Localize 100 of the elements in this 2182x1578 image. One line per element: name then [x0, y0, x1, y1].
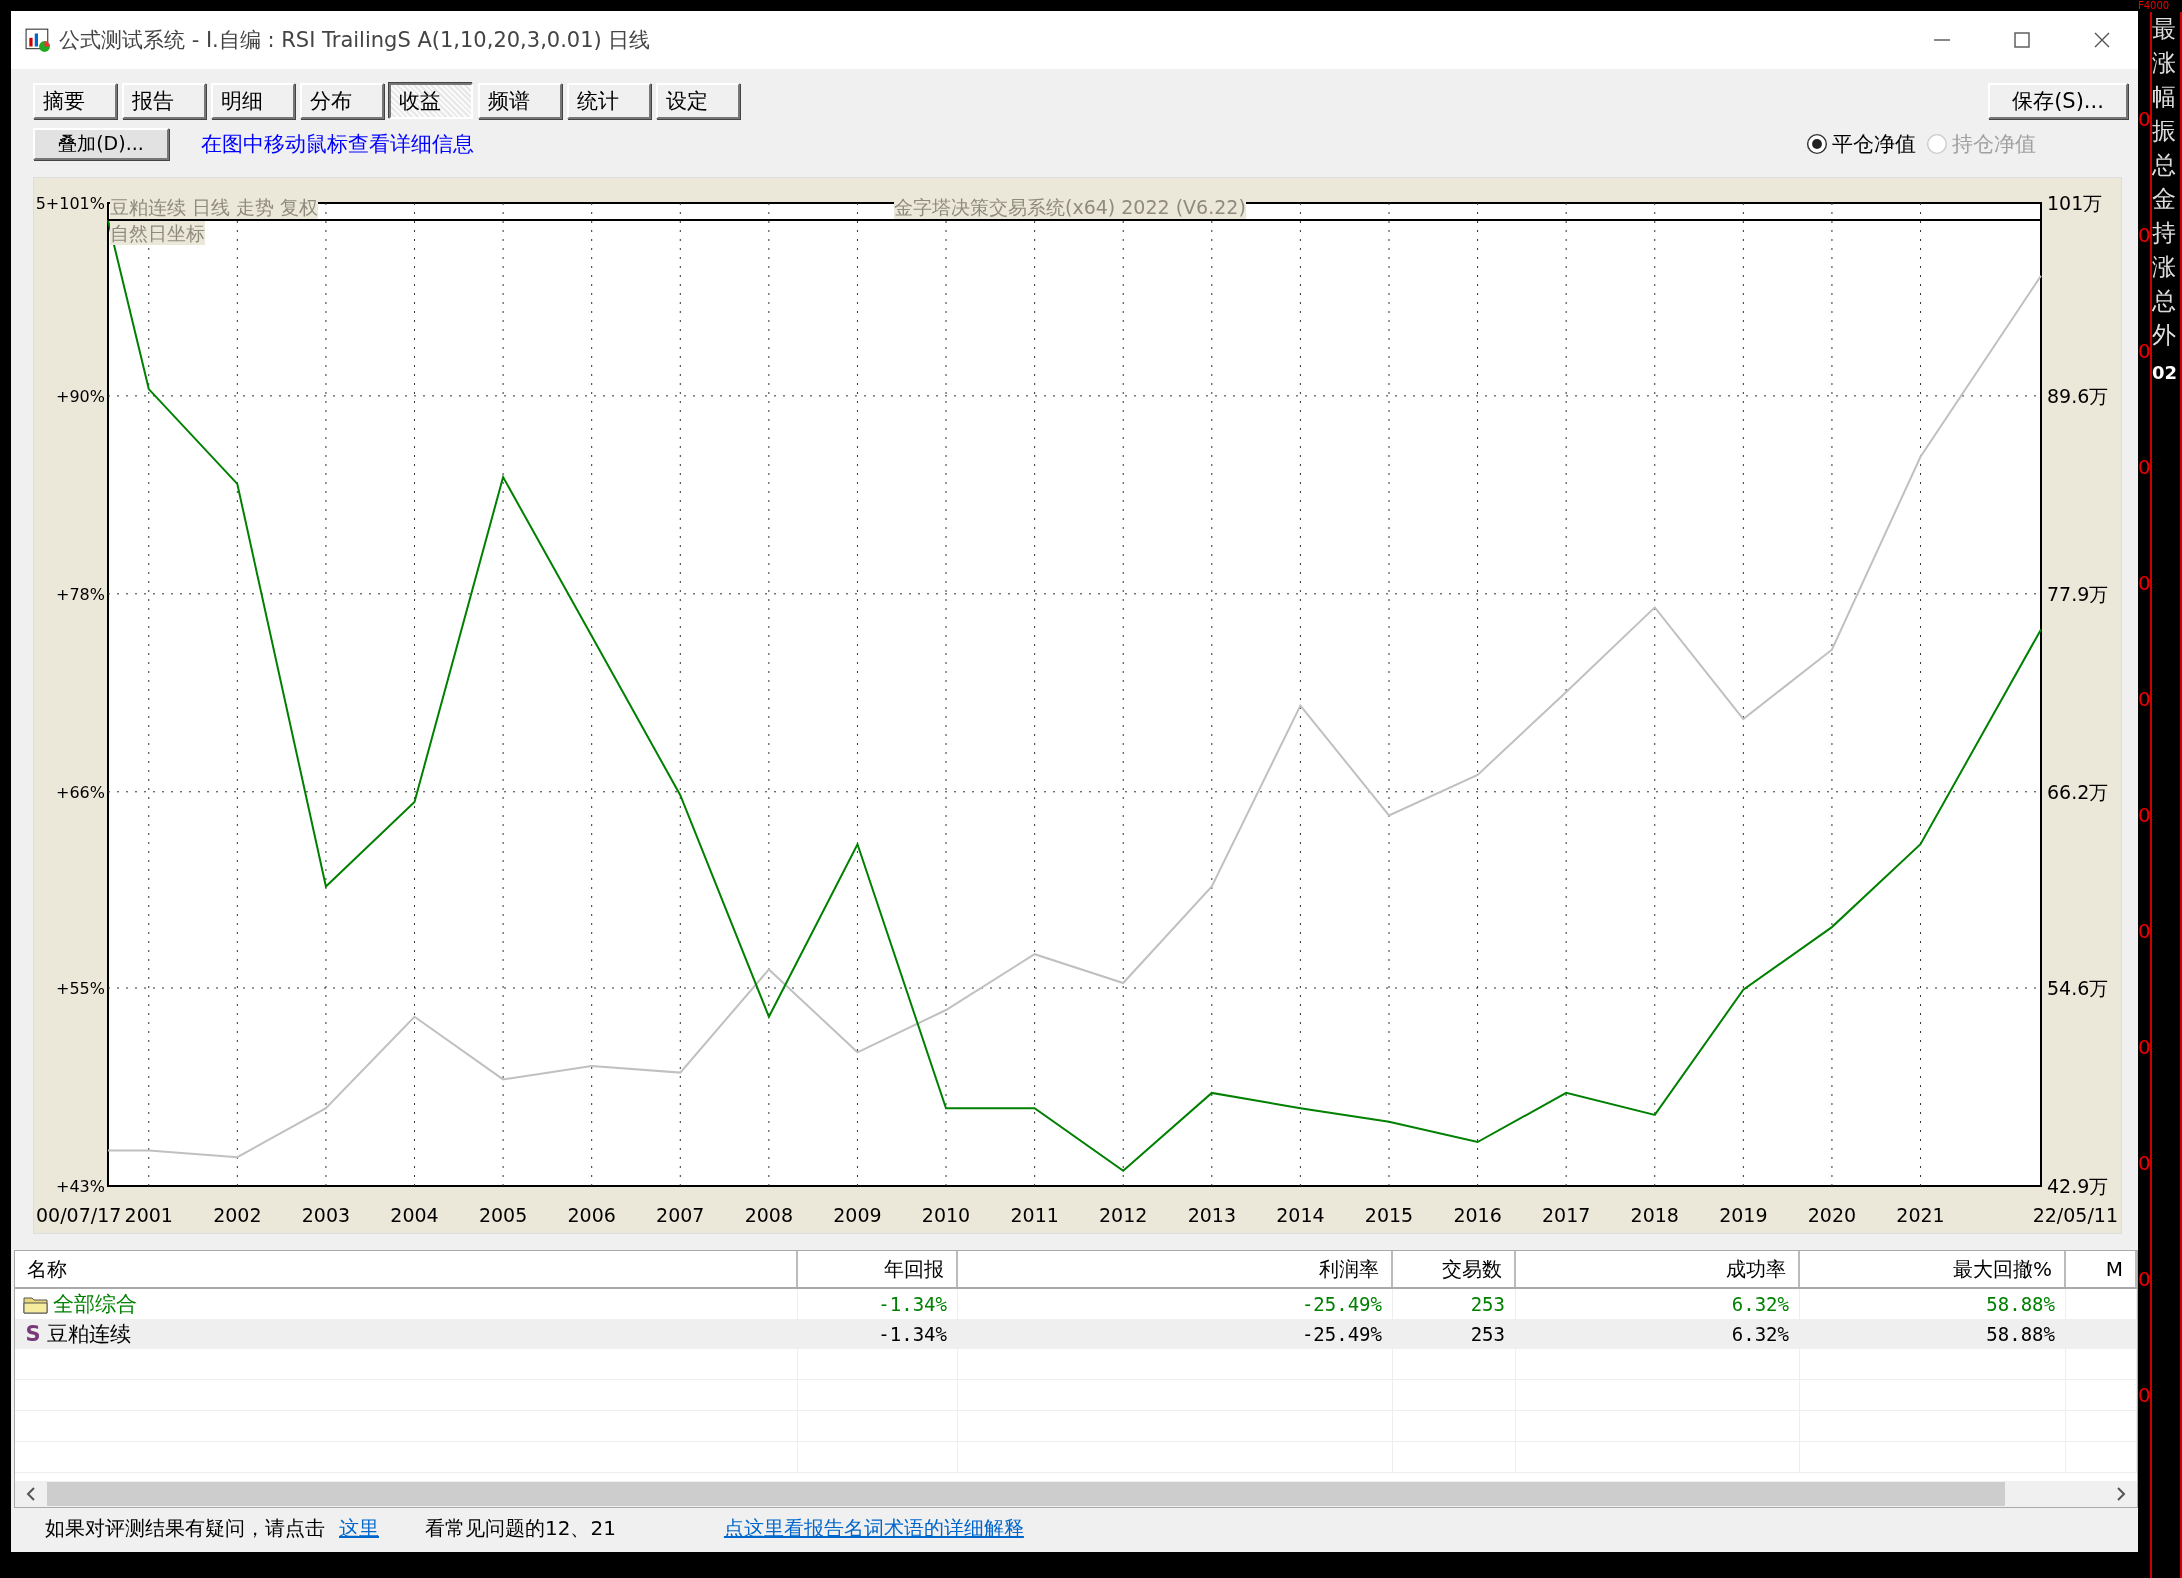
axis-label: 2020	[1807, 1204, 1857, 1226]
axis-label: 2011	[1010, 1204, 1059, 1226]
scale-mark: 0	[2138, 571, 2150, 595]
tab[interactable]: 设定	[656, 83, 740, 119]
side-label: 最	[2152, 14, 2177, 45]
axis-label: 42.9万	[2047, 1175, 2109, 1197]
column-header[interactable]: 成功率	[1516, 1251, 1800, 1287]
status-text: 如果对评测结果有疑问，请点击	[45, 1514, 325, 1542]
axis-label: +43%	[56, 1177, 105, 1196]
scale-mark: 0	[2138, 687, 2150, 711]
axis-label: 101万	[2047, 192, 2103, 214]
axis-label: +90%	[56, 386, 105, 406]
axis-label: 2001	[124, 1204, 173, 1226]
scale-mark: 0	[2138, 1383, 2150, 1407]
column-header[interactable]: 最大回撤%	[1800, 1251, 2066, 1287]
axis-label: +55%	[56, 979, 105, 999]
close-icon[interactable]	[2092, 30, 2112, 50]
help-link[interactable]: 这里	[339, 1514, 379, 1542]
axis-label: 2016	[1453, 1204, 1502, 1226]
axis-label: 2006	[567, 1204, 616, 1226]
glossary-link[interactable]: 点这里看报告名词术语的详细解释	[723, 1514, 1024, 1542]
scale-mark: 0	[2138, 1151, 2150, 1175]
side-label: 持	[2152, 218, 2177, 249]
tab[interactable]: 摘要	[33, 83, 117, 119]
table-cell: -25.49%	[1301, 1293, 1382, 1315]
axis-label: 2014	[1276, 1204, 1325, 1226]
axis-label: +78%	[56, 584, 105, 604]
axis-label: 2003	[301, 1204, 351, 1226]
side-label: 金	[2152, 184, 2177, 215]
table-row[interactable]: S 豆粕连续 -1.34% -25.49% 253 6.32% 58.88%	[15, 1319, 2137, 1349]
scale-mark: 0	[2138, 339, 2150, 363]
axis-label: 2005	[478, 1204, 528, 1226]
axis-label: 2012	[1099, 1204, 1148, 1226]
tab[interactable]: 报告	[122, 83, 206, 119]
scroll-right-icon[interactable]	[2115, 1486, 2127, 1502]
start-date: 00/07/17	[36, 1204, 122, 1226]
table-cell: 58.88%	[1986, 1323, 2055, 1345]
side-label: 振	[2152, 116, 2177, 147]
status-note: 看常见问题的12、21	[425, 1514, 616, 1542]
column-header[interactable]: 名称	[15, 1251, 798, 1287]
axis-label: +66%	[56, 782, 105, 802]
axis-label: 77.9万	[2047, 582, 2109, 605]
axis-label: 2015	[1364, 1204, 1414, 1226]
side-label: 总	[2152, 150, 2177, 181]
chart-caption: 金字塔决策交易系统(x64) 2022 (V6.22)	[894, 195, 1246, 219]
axis-label: 2002	[213, 1204, 262, 1226]
column-header[interactable]: 交易数	[1393, 1251, 1516, 1287]
column-header[interactable]: M	[2066, 1251, 2137, 1287]
scale-mark: 0	[2138, 1267, 2150, 1291]
row-name: 豆粕连续	[47, 1321, 131, 1348]
side-label: 幅	[2152, 82, 2177, 113]
axis-label: 66.2万	[2047, 780, 2109, 803]
scale-mark: 0	[2138, 107, 2150, 131]
axis-label: 2019	[1719, 1204, 1768, 1226]
table-cell: 6.32%	[1731, 1293, 1789, 1315]
axis-label: 2010	[921, 1204, 971, 1226]
side-label: 外	[2152, 320, 2177, 351]
table-cell: -25.49%	[1301, 1323, 1382, 1345]
radio-icon[interactable]	[1806, 133, 1828, 155]
axis-label: 54.6万	[2047, 977, 2109, 1000]
table-cell: 253	[1470, 1293, 1505, 1315]
side-label: 涨	[2152, 252, 2177, 283]
hint-text: 在图中移动鼠标查看详细信息	[201, 131, 474, 158]
tab[interactable]: 统计	[567, 83, 651, 119]
scale-mark: 0	[2138, 1035, 2150, 1059]
chart-caption: 自然日坐标	[110, 221, 205, 245]
side-label: 涨	[2152, 48, 2177, 79]
maximize-icon[interactable]	[2012, 30, 2032, 50]
end-date: 22/05/11	[2032, 1204, 2118, 1226]
side-label: 总	[2152, 286, 2177, 317]
scale-mark: 0	[2138, 919, 2150, 943]
table-cell: 58.88%	[1986, 1293, 2055, 1315]
app-icon	[25, 27, 51, 53]
axis-label: 2017	[1542, 1204, 1591, 1226]
table-cell: 6.32%	[1731, 1323, 1789, 1345]
axis-label: 2021	[1896, 1204, 1945, 1226]
folder-icon	[23, 1294, 49, 1314]
top-label: F4000	[2138, 0, 2170, 12]
radio-option[interactable]: 平仓净值	[1806, 130, 1916, 158]
save-button[interactable]: 保存(S)...	[1988, 83, 2128, 119]
tab[interactable]: 明细	[211, 83, 295, 119]
tab[interactable]: 频谱	[478, 83, 562, 119]
code-label: 02	[2152, 362, 2179, 383]
axis-label: 2018	[1630, 1204, 1679, 1226]
table-cell: 253	[1470, 1323, 1505, 1345]
axis-label: 2004	[390, 1204, 439, 1226]
column-header[interactable]: 利润率	[958, 1251, 1393, 1287]
scroll-left-icon[interactable]	[25, 1486, 37, 1502]
axis-label: 89.6万	[2047, 384, 2109, 407]
axis-label: 2008	[744, 1204, 794, 1226]
overlay-button[interactable]: 叠加(D)...	[33, 128, 169, 160]
column-header[interactable]: 年回报	[798, 1251, 958, 1287]
scale-mark: 0	[2138, 803, 2150, 827]
table-cell: -1.34%	[878, 1323, 947, 1345]
table-cell: -1.34%	[878, 1293, 947, 1315]
chart-caption: 豆粕连续 日线 走势 复权	[110, 195, 319, 219]
tab[interactable]: 收益	[389, 83, 473, 119]
window-title: 公式测试系统 - I.自编 : RSI TrailingS A(1,10,20,3,0.01) 日线	[59, 27, 651, 54]
tab[interactable]: 分布	[300, 83, 384, 119]
axis-label: 2013	[1187, 1204, 1236, 1226]
